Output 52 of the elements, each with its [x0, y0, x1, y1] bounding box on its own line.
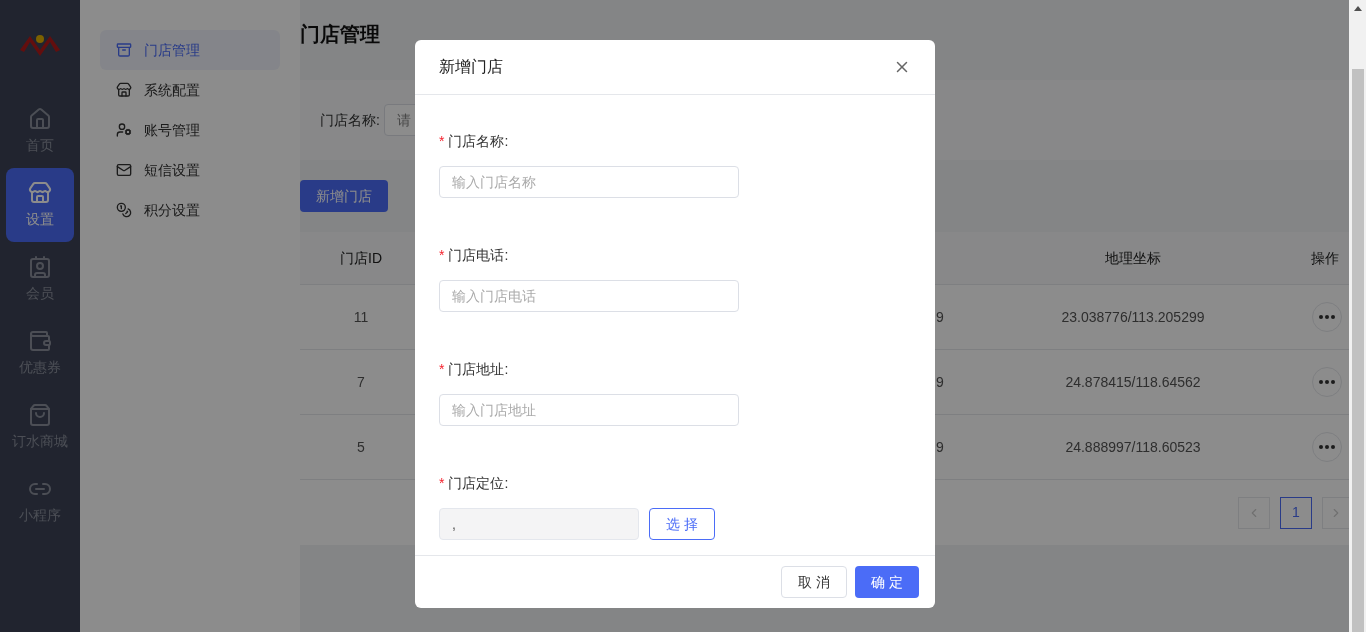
table-cell-text: 9 — [936, 437, 945, 457]
scroll-up-icon — [1353, 6, 1362, 11]
wallet-icon — [28, 328, 52, 353]
submenu-item[interactable]: 积分设置 — [100, 190, 280, 230]
nav-item[interactable]: 设置 — [6, 168, 74, 242]
shopping-bag-icon — [28, 402, 52, 427]
search-label: 门店名称: — [320, 110, 380, 130]
table-cell-text: 5 — [356, 437, 366, 457]
table-cell-text: 23.038776/113.205299 — [1060, 307, 1206, 327]
table-cell-text: 24.878415/118.64562 — [1064, 372, 1202, 392]
text-field[interactable]: 输入门店名称 — [439, 166, 739, 198]
text-field[interactable]: 输入门店电话 — [439, 280, 739, 312]
field-label: 门店定位: — [448, 474, 509, 493]
required-mark: * — [439, 474, 445, 493]
confirm-button[interactable]: 确 定 — [855, 566, 919, 598]
add-store-button[interactable]: 新增门店 — [300, 180, 388, 212]
column-header: 地理坐标 — [1104, 248, 1162, 268]
store-icon — [116, 82, 132, 98]
house-icon — [28, 106, 52, 131]
table-cell-text: 9 — [936, 372, 945, 392]
column-header: 门店ID — [339, 248, 383, 268]
submenu-item[interactable]: 系统配置 — [100, 70, 280, 110]
submenu-item[interactable]: 门店管理 — [100, 30, 280, 70]
required-mark: * — [439, 246, 445, 265]
field-label: 门店地址: — [448, 360, 509, 379]
location-field[interactable]: , — [439, 508, 639, 540]
box-icon — [116, 42, 132, 58]
store-icon — [28, 180, 52, 205]
field-label: 门店电话: — [448, 246, 509, 265]
more-icon — [1319, 445, 1335, 449]
cancel-button[interactable]: 取 消 — [781, 566, 848, 598]
table-cell-text: 9 — [936, 307, 945, 327]
required-mark: * — [439, 360, 445, 379]
submenu-item[interactable]: 短信设置 — [100, 150, 280, 190]
submenu-item[interactable]: 账号管理 — [100, 110, 280, 150]
text-field[interactable]: 输入门店地址 — [439, 394, 739, 426]
select-button[interactable]: 选 择 — [649, 508, 715, 540]
field-label: 门店名称: — [448, 132, 509, 151]
user-icon — [116, 122, 132, 138]
column-header: 操作 — [1309, 248, 1340, 268]
page-title: 门店管理 — [300, 22, 380, 47]
mail-icon — [116, 162, 132, 178]
contact-card-icon — [28, 254, 52, 279]
more-icon — [1319, 380, 1335, 384]
coins-icon — [116, 202, 132, 218]
table-cell-text: 24.888997/118.60523 — [1064, 437, 1202, 457]
table-cell-text: 11 — [352, 307, 370, 327]
required-mark: * — [439, 132, 445, 151]
table-cell-text: 7 — [356, 372, 366, 392]
page-button[interactable]: 1 — [1280, 496, 1312, 529]
dialog-title: 新增门店 — [439, 57, 503, 77]
more-icon — [1319, 315, 1335, 319]
